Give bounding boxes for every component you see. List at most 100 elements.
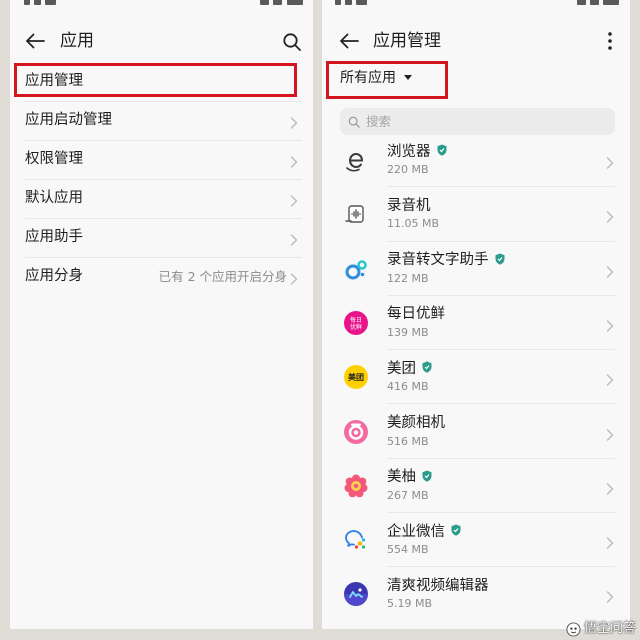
chevron-right-icon [290, 114, 298, 129]
menu-item-app-twin[interactable]: 应用分身 已有 2 个应用开启分身 [10, 257, 313, 296]
app-name-line: 录音转文字助手 [387, 250, 505, 268]
speech-to-text-icon [343, 256, 369, 282]
chevron-right-icon [290, 153, 298, 168]
app-row-browser[interactable]: 浏览器 220 MB [322, 133, 630, 188]
app-row-wecom[interactable]: 企业微信 554 MB [322, 513, 630, 568]
app-size: 220 MB [387, 163, 429, 176]
menu-item-label: 应用分身 [25, 268, 83, 284]
chevron-right-icon [606, 317, 614, 332]
missfresh-logo-icon: 每日 优鲜 [343, 310, 369, 336]
app-size: 5.19 MB [387, 597, 433, 611]
back-arrow-icon[interactable] [24, 31, 46, 51]
app-size: 11.05 MB [387, 217, 440, 231]
menu-item-app-assistant[interactable]: 应用助手 [10, 218, 313, 257]
app-name: 录音机 [387, 197, 431, 214]
app-name: 美柚 [387, 469, 416, 486]
app-row-video-editor[interactable]: 清爽视频编辑器 5.19 MB [322, 567, 630, 621]
app-size: 554 MB [387, 543, 429, 557]
highlight-box [326, 61, 448, 99]
app-name: 企业微信 [387, 523, 445, 540]
status-icon [34, 0, 41, 5]
chevron-right-icon [290, 192, 298, 207]
app-name-line: 美颜相机 [387, 413, 445, 431]
status-icon [590, 0, 599, 5]
menu-item-label: 默认应用 [25, 190, 83, 206]
beauty-camera-icon [343, 419, 369, 445]
app-name: 清爽视频编辑器 [387, 577, 489, 594]
right-screen: 应用管理 所有应用 浏览器 220 MB 录音机 11.05 MB [322, 0, 630, 629]
search-icon[interactable] [282, 32, 302, 52]
app-name-line: 美团 [387, 358, 432, 377]
verified-shield-icon [437, 144, 447, 156]
chevron-right-icon [606, 154, 614, 169]
app-name: 浏览器 [387, 143, 431, 160]
chevron-right-icon [606, 426, 614, 441]
left-screen: 应用 应用管理 应用启动管理 权限管理 默认应用 应用助手 应用分身 已有 2 … [10, 0, 313, 629]
chevron-right-icon [606, 208, 614, 224]
chevron-right-icon [606, 263, 614, 278]
app-row-missfresh[interactable]: 每日 优鲜 每日优鲜 139 MB [322, 296, 630, 351]
page-title: 应用管理 [373, 31, 441, 51]
battery-icon [287, 0, 303, 5]
search-box[interactable] [340, 108, 615, 135]
watermark-text: 悟空问答 [583, 621, 636, 636]
status-icon [577, 0, 586, 5]
status-bar [10, 0, 313, 8]
menu-item-label: 应用启动管理 [25, 112, 112, 128]
app-name-line: 录音机 [387, 195, 431, 214]
status-icon [260, 0, 269, 5]
app-name: 每日优鲜 [387, 306, 445, 323]
app-name-line: 美柚 [387, 467, 432, 485]
menu-item-app-launch-management[interactable]: 应用启动管理 [10, 101, 313, 140]
status-icon [345, 0, 352, 5]
app-size: 416 MB [387, 380, 429, 394]
wecom-icon [343, 527, 369, 553]
app-size: 516 MB [387, 434, 429, 448]
menu-item-label: 应用助手 [25, 229, 83, 245]
status-icon [335, 0, 341, 5]
app-row-recorder[interactable]: 录音机 11.05 MB [322, 187, 630, 242]
status-icon [45, 0, 56, 5]
app-name-line: 浏览器 [387, 141, 447, 160]
battery-icon [603, 0, 619, 5]
app-size: 122 MB [387, 271, 429, 285]
status-bar [322, 0, 630, 8]
back-arrow-icon[interactable] [338, 31, 360, 51]
recorder-icon [343, 201, 369, 227]
logo-text: 优鲜 [350, 323, 362, 331]
app-row-meiyou[interactable]: 美柚 267 MB [322, 459, 630, 514]
meiyou-icon [343, 473, 369, 499]
verified-shield-icon [422, 361, 432, 373]
chevron-right-icon [606, 588, 614, 604]
app-name: 美颜相机 [387, 415, 445, 431]
more-vertical-icon[interactable] [607, 31, 613, 51]
menu-item-value: 已有 2 个应用开启分身 [158, 269, 287, 284]
video-editor-icon [343, 581, 369, 607]
highlight-box [14, 63, 297, 97]
app-row-meituan[interactable]: 美团 美团 416 MB [322, 350, 630, 405]
verified-shield-icon [422, 470, 432, 482]
app-row-beauty-camera[interactable]: 美颜相机 516 MB [322, 405, 630, 459]
app-name-line: 企业微信 [387, 521, 461, 540]
menu-item-default-apps[interactable]: 默认应用 [10, 179, 313, 218]
watermark: 悟空问答 [566, 620, 636, 638]
status-icon [356, 0, 367, 5]
watermark-logo-icon [566, 621, 581, 637]
chevron-right-icon [290, 270, 298, 285]
chevron-right-icon [606, 534, 614, 549]
chevron-right-icon [606, 480, 614, 495]
logo-text: 每日 [350, 316, 362, 324]
verified-shield-icon [451, 524, 461, 536]
menu-item-label: 权限管理 [25, 151, 83, 167]
logo-text: 美团 [348, 372, 364, 382]
app-size: 139 MB [387, 325, 429, 339]
chevron-right-icon [606, 371, 614, 386]
status-icon [273, 0, 282, 5]
browser-icon [343, 147, 369, 173]
search-icon [348, 116, 360, 128]
status-icon [24, 0, 30, 5]
menu-item-permission-management[interactable]: 权限管理 [10, 140, 313, 179]
app-name-line: 清爽视频编辑器 [387, 575, 489, 594]
search-input[interactable] [366, 114, 596, 129]
app-row-speech-to-text-assistant[interactable]: 录音转文字助手 122 MB [322, 242, 630, 296]
